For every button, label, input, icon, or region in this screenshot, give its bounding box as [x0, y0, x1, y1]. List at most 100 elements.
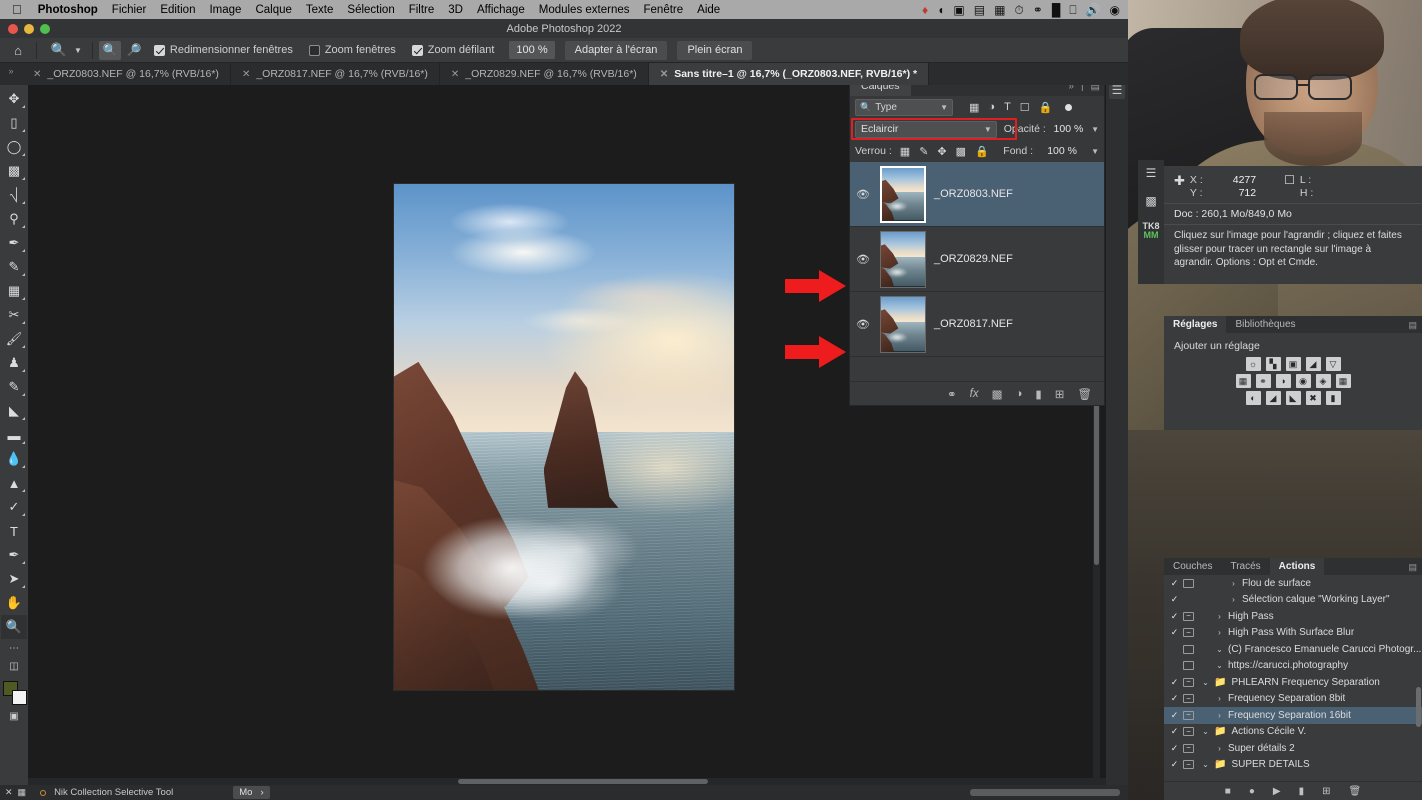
fill-value[interactable]: 100 % [1041, 143, 1083, 159]
action-row[interactable]: ✓ − › Frequency Separation 16bit [1164, 707, 1422, 724]
brightness-contrast-icon[interactable]: ☼ [1245, 357, 1261, 371]
default-colors-icon[interactable]: ◫ [1, 657, 27, 675]
blur-tool[interactable]: 💧 [1, 447, 27, 471]
invert-icon[interactable]: ◐ [1245, 391, 1261, 405]
action-enabled-checkmark[interactable]: ✓ [1169, 726, 1180, 737]
panel-menu-icon[interactable]: ▤ [1408, 562, 1417, 573]
tab-orz0817[interactable]: ✕ _ORZ0817.NEF @ 16,7% (RVB/16*) [230, 63, 440, 85]
eye-icon[interactable]: 👁 [854, 318, 872, 331]
chevron-right-icon[interactable]: › [1214, 612, 1225, 621]
display-icon[interactable]: ⎕ [1069, 4, 1076, 16]
layers-list[interactable]: 👁 _ORZ0803.NEF 👁 _ORZ0829.NEF 👁 _ORZ0817… [850, 162, 1104, 381]
chevron-down-icon[interactable]: ▼ [1091, 125, 1099, 134]
layer-style-fx-icon[interactable]: fx [970, 388, 979, 400]
chevron-down-icon[interactable]: ⌄ [1200, 760, 1211, 769]
action-row[interactable]: ✓ − ⌄ 📁 SUPER DÉTAILS [1164, 757, 1422, 774]
tab-traces[interactable]: Tracés [1221, 558, 1269, 575]
lock-transparency-icon[interactable]: ▦ [900, 145, 910, 158]
action-dialog-toggle[interactable]: − [1183, 611, 1194, 621]
zoom-tool[interactable]: 🔍 [1, 615, 27, 639]
volume-icon[interactable]: 🔊 [1086, 4, 1101, 16]
zoom-level-button[interactable]: 100 % [509, 41, 555, 59]
shape-filter-icon[interactable]: ☐ [1020, 101, 1030, 114]
active-tool-chip[interactable]: 🔍 ▼ [43, 40, 86, 61]
save-icon[interactable]: ▦ [18, 787, 27, 798]
menu-texte[interactable]: Texte [299, 4, 341, 16]
home-icon[interactable]: ⌂ [6, 40, 30, 61]
chevron-down-icon[interactable]: ⌄ [1200, 727, 1211, 736]
zoom-out-button[interactable]: 🔎 [123, 41, 145, 60]
action-dialog-toggle[interactable] [1183, 661, 1194, 671]
action-dialog-toggle[interactable]: − [1183, 628, 1194, 638]
close-icon[interactable]: ✕ [660, 69, 668, 80]
dropbox-icon[interactable]: ♦ [922, 4, 928, 16]
patch-tool[interactable]: ✎ [1, 255, 27, 279]
action-row[interactable]: ⌄ https://carucci.photography [1164, 658, 1422, 675]
action-dialog-toggle[interactable]: − [1183, 694, 1194, 704]
actions-list[interactable]: ✓ › Flou de surface ✓ › Sélection calque "Wor… [1164, 575, 1422, 781]
menu-fenetre[interactable]: Fenêtre [637, 4, 691, 16]
chevron-right-icon[interactable]: › [1214, 711, 1225, 720]
tab-bibliotheques[interactable]: Bibliothèques [1226, 316, 1304, 333]
bars-icon[interactable]: █ [1052, 4, 1061, 16]
chevron-down-icon[interactable]: ▼ [940, 103, 948, 112]
threshold-icon[interactable]: ◣ [1285, 391, 1301, 405]
delete-layer-icon[interactable]: 🗑 [1077, 387, 1092, 401]
action-dialog-toggle[interactable] [1183, 578, 1194, 588]
chevron-down-icon[interactable]: ⌄ [1214, 661, 1225, 670]
chevron-right-icon[interactable]: › [1214, 628, 1225, 637]
action-row[interactable]: ✓ − ⌄ 📁 Actions Cécile V. [1164, 724, 1422, 741]
healing-brush-tool[interactable]: ✒ [1, 231, 27, 255]
curves-icon[interactable]: ▣ [1285, 357, 1301, 371]
play-icon[interactable]: ▶ [1273, 786, 1281, 797]
color-swatches[interactable] [1, 679, 27, 707]
scrollbar-thumb[interactable] [458, 779, 708, 784]
smartobject-filter-icon[interactable]: 🔒 [1039, 101, 1053, 114]
pixel-filter-icon[interactable]: ▦ [969, 101, 979, 114]
path-selection-tool[interactable]: ➤ [1, 567, 27, 591]
photo-filter-icon[interactable]: ◉ [1295, 374, 1311, 388]
menu-3d[interactable]: 3D [441, 4, 470, 16]
panel-menu-icon[interactable]: ▤ [1408, 320, 1417, 331]
fullscreen-button[interactable]: Plein écran [677, 40, 753, 60]
action-enabled-checkmark[interactable]: ✓ [1169, 627, 1180, 638]
properties-icon[interactable]: ☰ [1146, 166, 1157, 180]
vibrance-icon[interactable]: ▽ [1325, 357, 1341, 371]
gradient-map-icon[interactable]: ✖ [1305, 391, 1321, 405]
menu-affichage[interactable]: Affichage [470, 4, 532, 16]
close-icon[interactable]: ✕ [451, 69, 459, 80]
color-balance-icon[interactable]: ⚭ [1255, 374, 1271, 388]
fit-screen-button[interactable]: Adapter à l'écran [564, 40, 668, 60]
clone-stamp-tool[interactable]: ♟ [1, 351, 27, 375]
type-filter-icon[interactable]: T [1004, 101, 1011, 113]
screen-record-icon[interactable]: ▣ [953, 4, 964, 16]
binoculars-icon[interactable]: ⚭ [1033, 4, 1043, 16]
layer-thumbnail[interactable] [880, 165, 926, 223]
battery-icon[interactable]: ▦ [994, 4, 1005, 16]
color-lookup-icon[interactable]: ▦ [1335, 374, 1351, 388]
zoom-scroll-checkbox[interactable] [411, 44, 423, 56]
shuffle-tool[interactable]: ✂ [1, 303, 27, 327]
tab-reglages[interactable]: Réglages [1164, 316, 1227, 333]
action-dialog-toggle[interactable]: − [1183, 743, 1194, 753]
menu-filtre[interactable]: Filtre [402, 4, 442, 16]
new-layer-icon[interactable]: ⊞ [1055, 387, 1065, 401]
canvas-horizontal-scrollbar[interactable] [28, 778, 1128, 785]
tab-orz0829[interactable]: ✕ _ORZ0829.NEF @ 16,7% (RVB/16*) [439, 63, 649, 85]
action-row[interactable]: ✓ − › Frequency Separation 8bit [1164, 691, 1422, 708]
move-tool[interactable]: ✥ [1, 87, 27, 111]
tab-couches[interactable]: Couches [1164, 558, 1221, 575]
zoom-tool-icon[interactable]: 🔍 [47, 40, 71, 61]
eyedropper-tool[interactable]: ⚲ [1, 207, 27, 231]
record-icon[interactable]: ● [1249, 786, 1255, 797]
action-row[interactable]: ✓ − › High Pass [1164, 608, 1422, 625]
hue-saturation-icon[interactable]: ▦ [1235, 374, 1251, 388]
apple-logo-icon[interactable]:  [12, 3, 22, 16]
action-row[interactable]: ✓ − › High Pass With Surface Blur [1164, 625, 1422, 642]
action-enabled-checkmark[interactable]: ✓ [1169, 759, 1180, 770]
layer-mask-icon[interactable]: ▩ [992, 387, 1003, 401]
dodge-tool[interactable]: ▲ [1, 471, 27, 495]
resize-windows-checkbox[interactable] [153, 44, 165, 56]
frame-tool[interactable]: ▦ [1, 279, 27, 303]
zoom-windows-checkbox[interactable] [308, 44, 320, 56]
